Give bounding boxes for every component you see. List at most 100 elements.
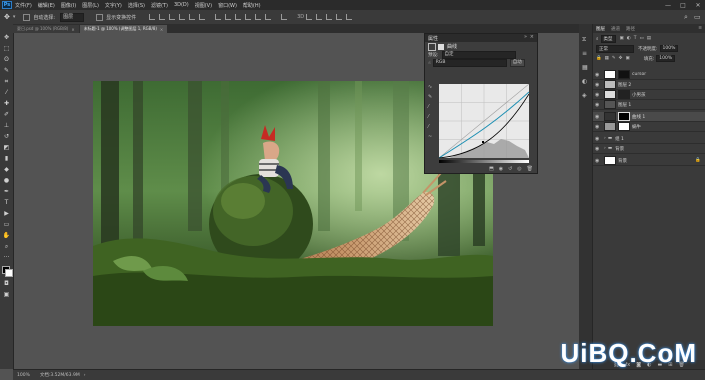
filter-shape-icon[interactable]: ▭ bbox=[639, 36, 643, 41]
menu-view[interactable]: 视图(V) bbox=[195, 2, 212, 9]
lasso-tool-icon[interactable]: ʘ bbox=[3, 56, 10, 63]
menu-filter[interactable]: 滤镜(T) bbox=[151, 2, 168, 9]
curve-graph[interactable] bbox=[439, 84, 529, 158]
layer-row[interactable]: ◉ 图层 2 bbox=[593, 80, 705, 90]
trash-icon[interactable]: 🗑 bbox=[527, 166, 533, 172]
target-adjust-icon[interactable]: ☝ bbox=[428, 61, 431, 66]
eye-icon[interactable]: ◉ bbox=[595, 92, 601, 98]
layer-group-row[interactable]: ◉ › ▬ 组 1 bbox=[593, 134, 705, 144]
filter-adjustment-icon[interactable]: ◐ bbox=[627, 36, 631, 41]
chevron-down-icon[interactable]: ▾ bbox=[13, 14, 16, 20]
properties-icon[interactable]: ≡ bbox=[582, 50, 587, 57]
zoom-level[interactable]: 100% bbox=[17, 373, 30, 378]
filter-smart-icon[interactable]: ▤ bbox=[647, 36, 651, 41]
eye-icon[interactable]: ◉ bbox=[595, 136, 601, 142]
menu-3d[interactable]: 3D(D) bbox=[174, 2, 189, 8]
brush-tool-icon[interactable]: ✐ bbox=[3, 111, 10, 118]
align-bottom-icon[interactable] bbox=[169, 14, 176, 20]
3d-slide-icon[interactable] bbox=[336, 14, 343, 20]
history-icon[interactable]: ⧖ bbox=[582, 36, 586, 44]
eye-icon[interactable]: ◉ bbox=[595, 72, 601, 78]
view-previous-icon[interactable]: ◉ bbox=[499, 166, 503, 172]
more-tools-icon[interactable]: ··· bbox=[3, 254, 10, 261]
adjustments-icon[interactable]: ◐ bbox=[582, 78, 587, 85]
lock-image-icon[interactable]: ✎ bbox=[612, 56, 616, 61]
layer-row-selected[interactable]: ◉ 曲线 1 bbox=[593, 112, 705, 122]
healing-brush-tool-icon[interactable]: ✚ bbox=[3, 100, 10, 107]
show-transform-checkbox[interactable] bbox=[96, 13, 104, 21]
align-vcenter-icon[interactable] bbox=[159, 14, 166, 20]
3d-pan-icon[interactable] bbox=[326, 14, 333, 20]
auto-select-checkbox[interactable] bbox=[23, 13, 31, 21]
eyedropper-tool-icon[interactable]: ⁄ bbox=[3, 89, 10, 96]
rectangle-tool-icon[interactable]: ▭ bbox=[3, 221, 10, 228]
search-icon[interactable]: ⌕ bbox=[684, 13, 688, 22]
edit-points-icon[interactable]: ∿ bbox=[428, 84, 436, 94]
menu-file[interactable]: 文件(F) bbox=[15, 2, 32, 9]
3d-roll-icon[interactable] bbox=[316, 14, 323, 20]
layer-group-row[interactable]: ◉ › ▬ 背景 bbox=[593, 144, 705, 154]
blend-mode-dropdown[interactable]: 正常 bbox=[596, 44, 634, 53]
tab-channels[interactable]: 通道 bbox=[611, 26, 620, 32]
menu-edit[interactable]: 编辑(E) bbox=[38, 2, 55, 9]
eraser-tool-icon[interactable]: ◩ bbox=[3, 144, 10, 151]
fill-input[interactable]: 100% bbox=[656, 55, 676, 62]
visibility-icon[interactable]: ◎ bbox=[517, 166, 521, 172]
filter-type-icon[interactable]: T bbox=[634, 36, 637, 41]
hand-tool-icon[interactable]: ✋ bbox=[3, 232, 10, 239]
lock-all-icon[interactable]: ▣ bbox=[625, 56, 629, 61]
3d-orbit-icon[interactable] bbox=[306, 14, 313, 20]
opacity-input[interactable]: 100% bbox=[659, 45, 679, 52]
smooth-icon[interactable]: ~ bbox=[428, 134, 436, 144]
tab-document-1[interactable]: 夏日.psd @ 100% (RGB/8) × bbox=[13, 25, 79, 33]
close-icon[interactable]: × bbox=[160, 27, 163, 32]
eye-icon[interactable]: ◉ bbox=[595, 124, 601, 130]
swatches-icon[interactable]: ▦ bbox=[582, 64, 588, 71]
pen-tool-icon[interactable]: ✒ bbox=[3, 188, 10, 195]
distribute-left-icon[interactable] bbox=[245, 14, 252, 20]
quick-select-tool-icon[interactable]: ✎ bbox=[3, 67, 10, 74]
move-tool-icon[interactable]: ✥ bbox=[3, 34, 10, 41]
align-top-icon[interactable] bbox=[149, 14, 156, 20]
tab-paths[interactable]: 路径 bbox=[626, 26, 635, 32]
clip-to-layer-icon[interactable]: ⬒ bbox=[489, 166, 494, 172]
blur-tool-icon[interactable]: ◆ bbox=[3, 166, 10, 173]
preset-dropdown[interactable]: 自定 bbox=[441, 51, 516, 59]
screen-mode-icon[interactable]: ▣ bbox=[3, 291, 10, 298]
chevron-right-icon[interactable]: › bbox=[604, 146, 606, 151]
auto-button[interactable]: 自动 bbox=[509, 59, 525, 67]
layer-row[interactable]: ◉ 小男孩 bbox=[593, 90, 705, 100]
3d-scale-icon[interactable] bbox=[346, 14, 353, 20]
black-point-icon[interactable]: ⁄ bbox=[428, 104, 436, 114]
mask-icon[interactable] bbox=[438, 43, 444, 50]
align-left-icon[interactable] bbox=[179, 14, 186, 20]
eye-icon[interactable]: ◉ bbox=[595, 158, 601, 164]
menu-layer[interactable]: 图层(L) bbox=[82, 2, 99, 9]
auto-select-dropdown[interactable]: 图层 bbox=[60, 12, 85, 22]
menu-select[interactable]: 选择(S) bbox=[128, 2, 145, 9]
gradient-tool-icon[interactable]: ▮ bbox=[3, 155, 10, 162]
distribute-top-icon[interactable] bbox=[215, 14, 222, 20]
align-right-icon[interactable] bbox=[199, 14, 206, 20]
crop-tool-icon[interactable]: ⌗ bbox=[3, 78, 10, 85]
close-icon[interactable]: × bbox=[530, 34, 534, 40]
menu-type[interactable]: 文字(Y) bbox=[105, 2, 122, 9]
filter-pixel-icon[interactable]: ▣ bbox=[620, 36, 624, 41]
path-selection-tool-icon[interactable]: ▶ bbox=[3, 210, 10, 217]
layer-row[interactable]: ◉ 图层 1 bbox=[593, 100, 705, 110]
eye-icon[interactable]: ◉ bbox=[595, 82, 601, 88]
menu-window[interactable]: 窗口(W) bbox=[218, 2, 237, 9]
pencil-icon[interactable]: ✎ bbox=[428, 94, 436, 104]
distribute-hcenter-icon[interactable] bbox=[255, 14, 262, 20]
styles-icon[interactable]: ◈ bbox=[582, 92, 587, 99]
marquee-tool-icon[interactable]: ⬚ bbox=[3, 45, 10, 52]
move-tool-icon[interactable]: ✥ bbox=[4, 13, 10, 21]
workspace-icon[interactable]: ▭ bbox=[694, 13, 701, 21]
eye-icon[interactable]: ◉ bbox=[595, 102, 601, 108]
chevron-right-icon[interactable]: › bbox=[84, 373, 86, 378]
zoom-tool-icon[interactable]: ⌕ bbox=[3, 243, 10, 250]
distribute-right-icon[interactable] bbox=[265, 14, 272, 20]
layer-row[interactable]: ◉ 背景 🔒 bbox=[593, 156, 705, 166]
lock-pixels-icon[interactable]: ▦ bbox=[605, 56, 609, 61]
lock-position-icon[interactable]: ✥ bbox=[619, 56, 623, 61]
